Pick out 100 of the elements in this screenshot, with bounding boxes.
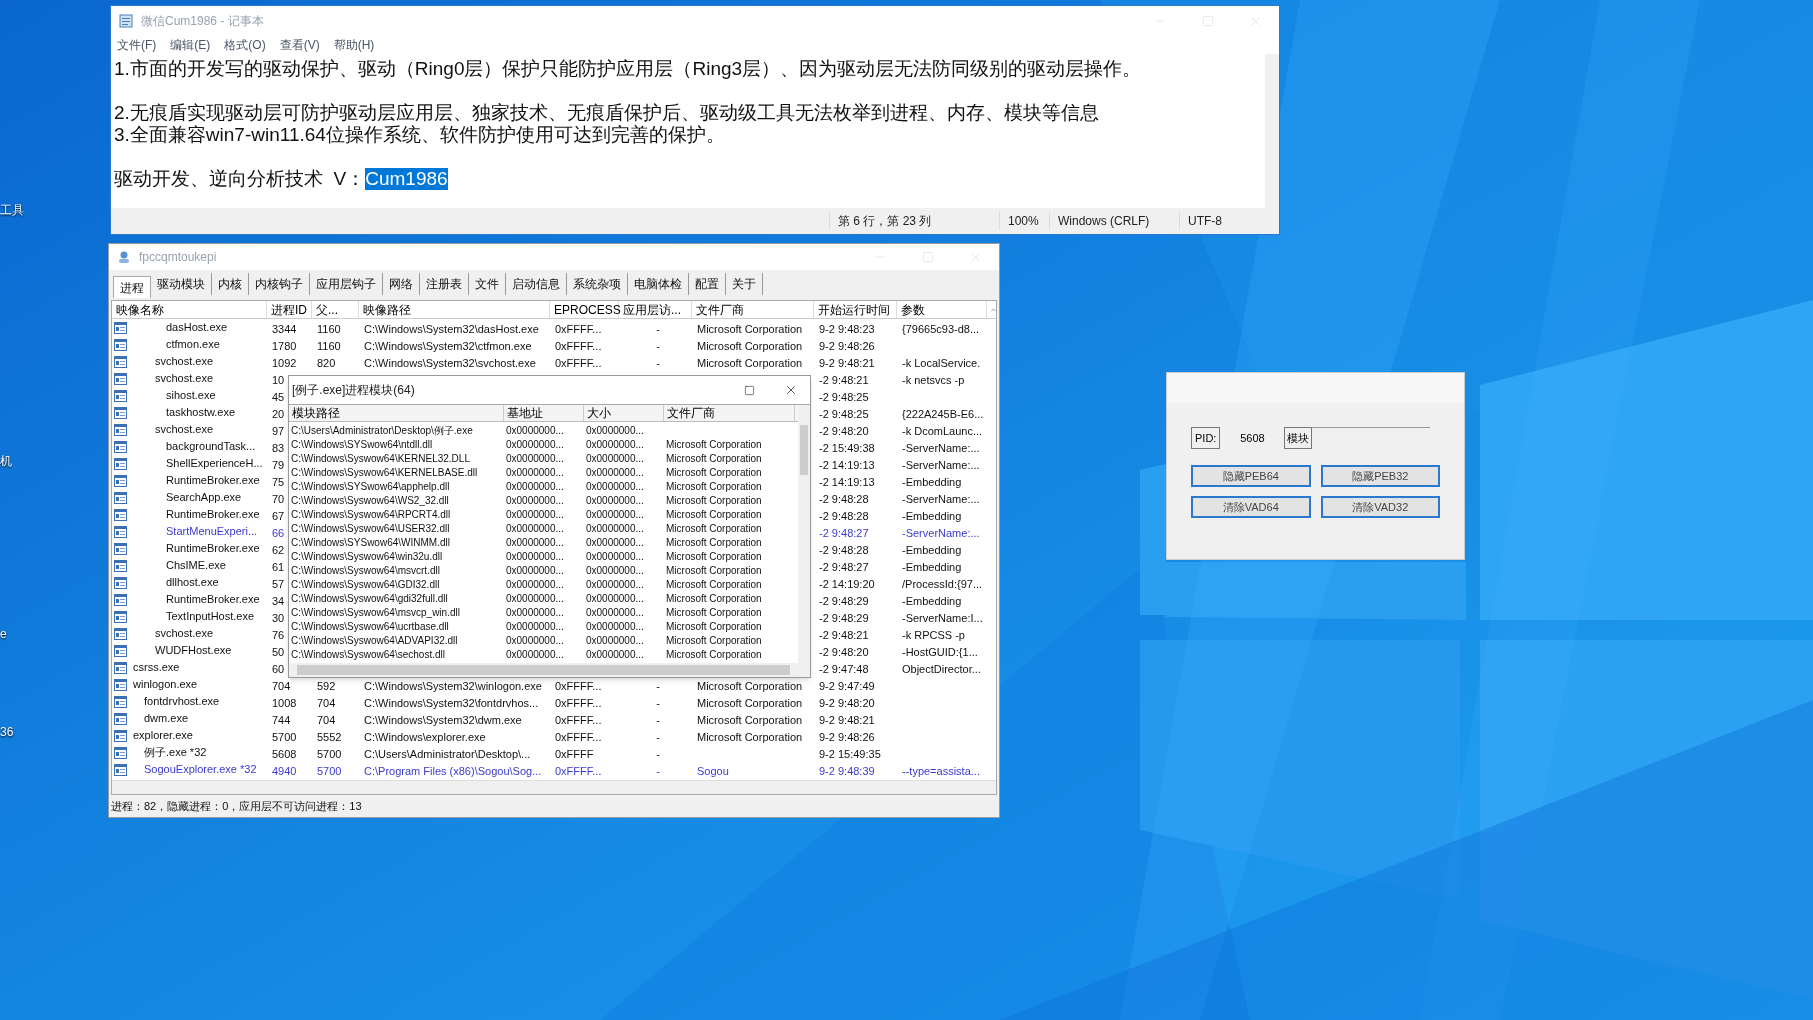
table-cell[interactable]: C:\Windows\Syswow64\USER32.dll [291, 523, 450, 534]
horizontal-scrollbar[interactable] [289, 663, 798, 677]
process-name[interactable]: dasHost.exe [166, 319, 228, 336]
column-header[interactable]: 文件厂商 [664, 405, 795, 421]
tab[interactable]: 内核 [212, 273, 249, 295]
process-name[interactable]: svchost.exe [155, 625, 214, 642]
process-name[interactable]: WUDFHost.exe [155, 642, 232, 659]
process-name[interactable]: taskhostw.exe [166, 404, 236, 421]
column-header[interactable]: 参数 [897, 301, 987, 318]
table-cell: 0x0000000... [586, 495, 644, 506]
table-cell: 0x0000000... [506, 551, 564, 562]
tab[interactable]: 网络 [383, 273, 420, 295]
vertical-scrollbar[interactable] [798, 405, 810, 677]
desktop-icon-label[interactable]: 机 [0, 452, 12, 470]
table-cell[interactable]: C:\Windows\Syswow64\WS2_32.dll [291, 495, 449, 506]
process-name[interactable]: SogouExplorer.exe *32 [144, 761, 257, 778]
column-header[interactable]: EPROCESS [550, 301, 619, 318]
process-name[interactable]: sihost.exe [166, 387, 216, 404]
process-name[interactable]: RuntimeBroker.exe [166, 472, 260, 489]
process-name[interactable]: dwm.exe [144, 710, 189, 727]
table-cell[interactable]: C:\Windows\Syswow64\msvcrt.dll [291, 565, 440, 576]
process-name[interactable]: backgroundTask... [166, 438, 256, 455]
column-header[interactable]: 应用层访... [619, 301, 692, 318]
table-cell[interactable]: C:\Windows\SYSwow64\apphelp.dll [291, 481, 450, 492]
process-name[interactable]: 例子.exe *32 [144, 744, 207, 761]
window-icon [114, 712, 127, 725]
module-button[interactable]: 模块 [1284, 427, 1313, 449]
desktop-icon-label[interactable]: e [0, 625, 7, 643]
column-header[interactable]: 开始运行时间 [814, 301, 897, 318]
action-button[interactable]: 隐藏PEB32 [1320, 465, 1440, 487]
scroll-up-icon[interactable] [991, 307, 996, 313]
table-cell[interactable]: C:\Windows\Syswow64\KERNEL32.DLL [291, 453, 470, 464]
column-header[interactable]: 文件厂商 [692, 301, 814, 318]
table-cell[interactable]: C:\Windows\Syswow64\msvcp_win.dll [291, 607, 460, 618]
menu-item[interactable]: 查看(V) [279, 36, 320, 54]
table-cell[interactable]: C:\Windows\SYSwow64\ntdll.dll [291, 439, 433, 450]
tab[interactable]: 关于 [726, 273, 763, 295]
table-cell[interactable]: C:\Windows\Syswow64\GDI32.dll [291, 579, 440, 590]
tab[interactable]: 系统杂项 [567, 273, 628, 295]
maximize-icon[interactable] [744, 384, 755, 396]
window-icon [114, 729, 127, 742]
tab[interactable]: 进程 [113, 276, 151, 298]
table-cell: 9-2 9:48:39 [819, 764, 875, 777]
process-name[interactable]: svchost.exe [155, 421, 214, 438]
desktop-icon-label[interactable]: 工具 [0, 201, 24, 219]
table-cell: 0x0000000... [586, 481, 644, 492]
table-cell[interactable]: C:\Windows\Syswow64\gdi32full.dll [291, 593, 448, 604]
process-name[interactable]: dllhost.exe [166, 574, 219, 591]
menu-item[interactable]: 文件(F) [117, 36, 157, 54]
table-cell[interactable]: C:\Users\Administrator\Desktop\例子.exe [291, 425, 473, 436]
process-name[interactable]: TextInputHost.exe [166, 608, 255, 625]
process-name[interactable]: csrss.exe [133, 659, 180, 676]
process-name[interactable]: StartMenuExperi... [166, 523, 258, 540]
tab[interactable]: 配置 [689, 273, 726, 295]
table-cell[interactable]: C:\Windows\Syswow64\sechost.dll [291, 649, 445, 660]
tab[interactable]: 内核钩子 [249, 273, 310, 295]
horizontal-scrollbar[interactable] [112, 780, 996, 794]
action-button[interactable]: 清除VAD64 [1191, 496, 1311, 518]
column-header[interactable]: 大小 [584, 405, 664, 421]
tab[interactable]: 驱动模块 [151, 273, 212, 295]
table-cell: Microsoft Corporation [697, 713, 803, 726]
pid-field[interactable]: 5608 [1220, 429, 1285, 447]
menu-item[interactable]: 帮助(H) [333, 36, 375, 54]
column-header[interactable]: 基地址 [504, 405, 584, 421]
process-name[interactable]: SearchApp.exe [166, 489, 242, 506]
close-icon[interactable] [784, 383, 798, 397]
column-header[interactable]: 父... [312, 301, 359, 318]
process-name[interactable]: winlogon.exe [133, 676, 198, 693]
process-name[interactable]: ChsIME.exe [166, 557, 226, 574]
table-cell[interactable]: C:\Windows\Syswow64\win32u.dll [291, 551, 443, 562]
action-button[interactable]: 隐藏PEB64 [1191, 465, 1311, 487]
menu-item[interactable]: 编辑(E) [170, 36, 211, 54]
tab[interactable]: 电脑体检 [628, 273, 689, 295]
table-cell[interactable]: C:\Windows\Syswow64\ucrtbase.dll [291, 621, 449, 632]
tab[interactable]: 注册表 [420, 273, 469, 295]
process-name[interactable]: svchost.exe [155, 353, 214, 370]
column-header[interactable]: 映像路径 [359, 301, 550, 318]
table-cell[interactable]: C:\Windows\Syswow64\RPCRT4.dll [291, 509, 451, 520]
status-item: Windows (CRLF) [1049, 212, 1179, 230]
process-name[interactable]: ctfmon.exe [166, 336, 220, 353]
process-name[interactable]: ShellExperienceH... [166, 455, 263, 472]
process-name[interactable]: fontdrvhost.exe [144, 693, 220, 710]
process-name[interactable]: svchost.exe [155, 370, 214, 387]
process-name[interactable]: RuntimeBroker.exe [166, 540, 260, 557]
table-cell[interactable]: C:\Windows\SYSwow64\WINMM.dll [291, 537, 450, 548]
action-button[interactable]: 清除VAD32 [1320, 496, 1440, 518]
desktop-icon-label[interactable]: 36 [0, 723, 14, 741]
column-header[interactable]: 进程ID [267, 301, 312, 318]
column-header[interactable]: 模块路径 [289, 405, 504, 421]
tab[interactable]: 应用层钩子 [310, 273, 383, 295]
tab[interactable]: 文件 [469, 273, 506, 295]
table-cell[interactable]: C:\Windows\Syswow64\ADVAPI32.dll [291, 635, 458, 646]
process-name[interactable]: RuntimeBroker.exe [166, 591, 260, 608]
table-cell[interactable]: C:\Windows\Syswow64\KERNELBASE.dll [291, 467, 478, 478]
column-header[interactable]: 映像名称 [112, 301, 267, 318]
tab[interactable]: 启动信息 [506, 273, 567, 295]
process-name[interactable]: explorer.exe [133, 727, 193, 744]
scrollbar[interactable] [1265, 54, 1279, 208]
process-name[interactable]: RuntimeBroker.exe [166, 506, 260, 523]
menu-item[interactable]: 格式(O) [224, 36, 266, 54]
